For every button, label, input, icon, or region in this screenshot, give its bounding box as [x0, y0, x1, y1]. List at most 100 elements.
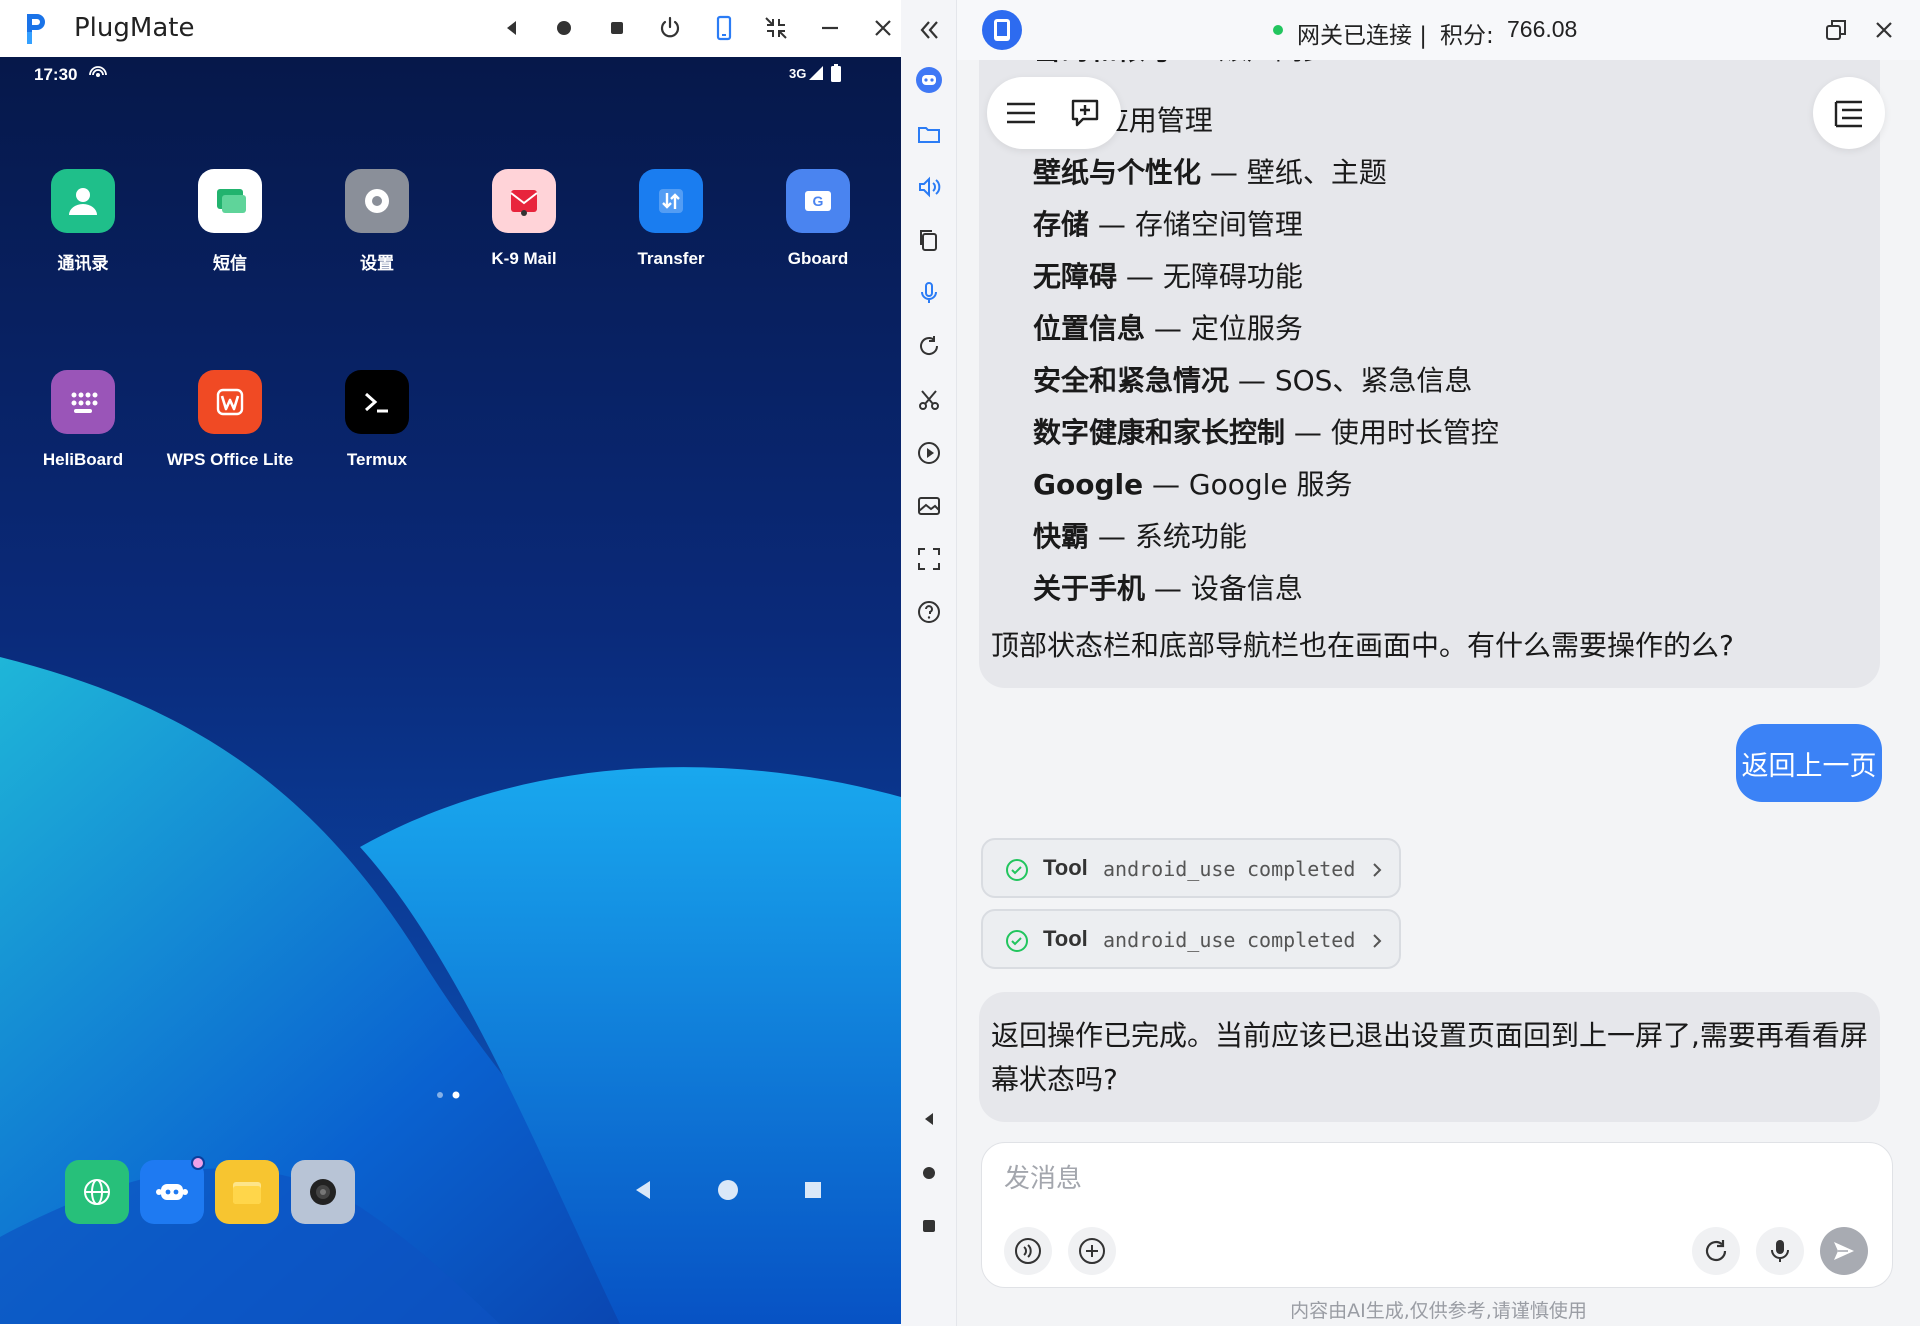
close-icon — [875, 20, 891, 36]
shrink-button[interactable] — [758, 10, 794, 46]
clipboard-button[interactable] — [913, 224, 945, 256]
triangle-left-icon — [925, 1113, 933, 1125]
files-icon[interactable] — [215, 1160, 279, 1224]
tool-name: android_use — [1103, 928, 1236, 952]
nav-back-button[interactable] — [913, 1103, 945, 1135]
attach-button[interactable] — [1068, 1227, 1116, 1275]
contacts-icon — [51, 169, 115, 233]
phone-screen[interactable]: 17:30 3G 通讯录 短信 设置 K-9 Mail Transfer G G… — [0, 57, 901, 1324]
voice-wave-icon — [1015, 1238, 1041, 1264]
app-contacts[interactable]: 通讯录 — [13, 169, 153, 274]
close-mirror-button[interactable] — [865, 10, 901, 46]
menu-button[interactable] — [1003, 95, 1039, 131]
settings-list-item: 安全和紧急情况 — SOS、紧急信息 — [1033, 364, 1473, 397]
app-label: WPS Office Lite — [166, 450, 294, 469]
tool-call-chip[interactable]: Tool android_use completed — [981, 838, 1401, 898]
volume-button[interactable] — [913, 171, 945, 203]
assistant-button[interactable] — [913, 64, 945, 96]
status-time: 17:30 — [34, 65, 78, 84]
app-wps-office[interactable]: WPS Office Lite — [160, 370, 300, 470]
tool-label: Tool — [1043, 926, 1088, 951]
popout-button[interactable] — [1820, 14, 1852, 46]
app-gboard[interactable]: G Gboard — [748, 169, 888, 269]
notification-dot — [191, 1156, 205, 1170]
plugmate-logo-icon — [27, 14, 45, 44]
voice-mode-button[interactable] — [1004, 1227, 1052, 1275]
app-messages[interactable]: 短信 — [160, 169, 300, 274]
browser-icon[interactable] — [65, 1160, 129, 1224]
gallery-button[interactable] — [913, 490, 945, 522]
camera-icon[interactable] — [291, 1160, 355, 1224]
send-icon — [1834, 1242, 1854, 1260]
app-label: Gboard — [787, 249, 849, 268]
points-label: 积分: — [1440, 23, 1494, 49]
app-title: PlugMate — [74, 13, 195, 43]
settings-list-item: 无障碍 — 无障碍功能 — [1033, 260, 1303, 293]
minimize-button[interactable] — [812, 10, 848, 46]
check-circle-icon — [1006, 930, 1028, 952]
microphone-icon — [921, 282, 937, 303]
app-transfer[interactable]: Transfer — [601, 169, 741, 269]
folder-icon — [918, 127, 940, 143]
recents-button[interactable] — [599, 10, 635, 46]
help-button[interactable] — [913, 596, 945, 628]
double-chevron-left-icon — [920, 21, 938, 39]
assistant-message: 密码和帐号 — 账户同步 · 应用管理 壁纸与个性化 — 壁纸、主题 存储 — … — [979, 38, 1880, 688]
phone-nav-home[interactable] — [708, 1170, 748, 1210]
nav-recents-button[interactable] — [913, 1210, 945, 1242]
phone-nav-recents[interactable] — [793, 1170, 833, 1210]
scissors-icon — [919, 390, 939, 410]
new-chat-button[interactable] — [1067, 95, 1103, 131]
power-button[interactable] — [652, 10, 688, 46]
robot-app-icon[interactable] — [140, 1160, 204, 1224]
rotate-device-button[interactable] — [706, 10, 742, 46]
tool-status: completed — [1247, 928, 1356, 952]
chat-panel: 密码和帐号 — 账户同步 · 应用管理 壁纸与个性化 — 壁纸、主题 存储 — … — [957, 0, 1920, 1326]
app-heliboard[interactable]: HeliBoard — [13, 370, 153, 470]
circle-icon — [923, 1167, 935, 1179]
cut-button[interactable] — [913, 384, 945, 416]
page-indicator — [437, 1091, 460, 1099]
folder-button[interactable] — [913, 118, 945, 150]
chevron-right-icon — [1373, 863, 1382, 877]
outline-button[interactable] — [1813, 77, 1885, 149]
app-label: 短信 — [213, 254, 247, 273]
nav-home-button[interactable] — [913, 1157, 945, 1189]
messages-icon — [198, 169, 262, 233]
chat-toolbar — [987, 77, 1121, 149]
tool-status: completed — [1247, 857, 1356, 881]
assistant-message-text: 返回操作已完成。当前应该已退出设置页面回到上一屏了,需要再看看屏幕状态吗? — [991, 1019, 1868, 1096]
tool-call-chip[interactable]: Tool android_use completed — [981, 909, 1401, 969]
close-chat-button[interactable] — [1868, 14, 1900, 46]
app-k9-mail[interactable]: K-9 Mail — [454, 169, 594, 269]
power-icon — [660, 16, 680, 38]
points-value: 766.08 — [1507, 16, 1578, 42]
collapse-button[interactable] — [913, 14, 945, 46]
signal-icon — [809, 66, 823, 80]
tool-label: Tool — [1043, 855, 1088, 880]
send-button[interactable] — [1820, 1227, 1868, 1275]
home-button[interactable] — [546, 10, 582, 46]
message-input[interactable] — [1004, 1157, 1864, 1201]
app-termux[interactable]: Termux — [307, 370, 447, 470]
copy-icon — [920, 230, 937, 251]
square-icon — [923, 1220, 935, 1232]
fullscreen-icon — [918, 548, 940, 570]
message-composer — [981, 1142, 1893, 1288]
play-circle-icon — [918, 442, 940, 464]
settings-list-item: 快霸 — 系统功能 — [1033, 520, 1247, 553]
device-button[interactable] — [982, 10, 1022, 50]
regenerate-button[interactable] — [1692, 1227, 1740, 1275]
back-button[interactable] — [494, 10, 530, 46]
connection-indicator — [1273, 25, 1283, 35]
app-settings[interactable]: 设置 — [307, 169, 447, 274]
voice-input-button[interactable] — [1756, 1227, 1804, 1275]
phone-nav-back[interactable] — [623, 1170, 663, 1210]
fullscreen-button[interactable] — [913, 543, 945, 575]
refresh-button[interactable] — [913, 330, 945, 362]
mic-button[interactable] — [913, 277, 945, 309]
new-chat-icon — [1071, 99, 1099, 127]
volume-icon — [919, 176, 941, 198]
app-label: 通讯录 — [57, 254, 109, 273]
record-button[interactable] — [913, 437, 945, 469]
